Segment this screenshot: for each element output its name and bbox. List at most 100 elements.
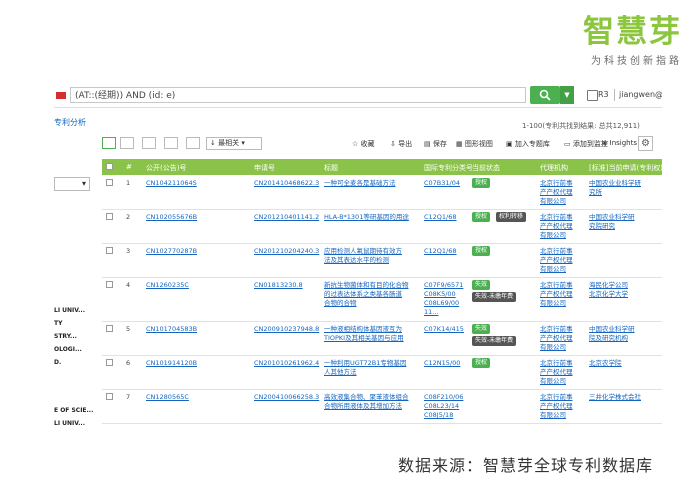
ipc-code-link[interactable]: C08K5/00 [424, 290, 456, 298]
search-button[interactable] [530, 86, 560, 104]
column-header[interactable]: 申请号 [254, 163, 275, 173]
application-number-link[interactable]: CN01813230.8 [254, 281, 303, 289]
assignee-link[interactable]: 北京农学院 [589, 359, 622, 367]
column-header[interactable]: 当前状态 [472, 163, 500, 173]
column-header[interactable]: 标题 [324, 163, 338, 173]
table-row[interactable]: 3 CN102770287B CN201210204240.3 应用检测人氧鼠期待有效… [102, 243, 662, 278]
ipc-code-link[interactable]: C07K14/415 [424, 325, 464, 333]
gear-icon[interactable]: ⚙ [638, 136, 653, 151]
panel-line[interactable]: D. [54, 359, 61, 366]
graph-view-button[interactable]: ▦ 图形视图 [456, 139, 493, 149]
table-row[interactable]: 2 CN102055676B CN201210401141.2 HLA-B*1301等… [102, 209, 662, 244]
row-checkbox[interactable] [106, 325, 113, 332]
ipc-code-link[interactable]: C12N15/00 [424, 359, 460, 367]
row-checkbox[interactable] [106, 179, 113, 186]
favorite-button[interactable]: ☆ 收藏 [352, 139, 375, 149]
assignee-link[interactable]: 三井化学株式会社 [589, 393, 641, 401]
agency-link[interactable]: 有限公司 [540, 265, 566, 273]
ipc-code-link[interactable]: C08F210/06 [424, 393, 463, 401]
publication-number-link[interactable]: CN101704583B [146, 325, 197, 333]
search-options-dropdown[interactable]: ▼ [560, 86, 574, 104]
publication-number-link[interactable]: CN1260235C [146, 281, 189, 289]
select-all-checkbox[interactable] [106, 163, 113, 170]
insights-button[interactable]: ◈ Insights [602, 139, 637, 147]
table-row[interactable]: 7 CN1280565C CN200410066258.3 高效液集合物、聚苯液体组合… [102, 389, 662, 424]
ipc-code-link[interactable]: C08L23/14 [424, 402, 459, 410]
ipc-code-link[interactable]: C12Q1/68 [424, 247, 457, 255]
user-icon[interactable] [587, 90, 598, 101]
panel-line[interactable]: E OF SCIE... [54, 407, 93, 414]
assignee-link[interactable]: 究所 [589, 188, 602, 196]
agency-link[interactable]: 产产权代理 [540, 222, 573, 230]
patent-title-link[interactable]: 一种液相结构体基因液互为 [324, 325, 402, 333]
column-header[interactable]: 代理机构 [540, 163, 568, 173]
ipc-code-link[interactable]: C07F9/6571 [424, 281, 463, 289]
patent-title-link[interactable]: HLA-B*1301等研基因的用途 [324, 213, 409, 221]
patent-title-link[interactable]: 应用检测人氧鼠期待有效方 [324, 247, 402, 255]
application-number-link[interactable]: CN201010261962.4 [254, 359, 319, 367]
panel-title[interactable]: 专利分析 [54, 117, 86, 128]
assignee-link[interactable]: 中国农业科学研 [589, 325, 635, 333]
agency-link[interactable]: 产产权代理 [540, 188, 573, 196]
table-row[interactable]: 5 CN101704583B CN200910237948.8 一种液相结构体基因液互… [102, 321, 662, 356]
list-view-icon[interactable] [102, 137, 116, 149]
agency-link[interactable]: 有限公司 [540, 197, 566, 205]
assignee-link[interactable]: 海民化学公司 [589, 281, 628, 289]
row-checkbox[interactable] [106, 281, 113, 288]
agency-link[interactable]: 产产权代理 [540, 256, 573, 264]
row-checkbox[interactable] [106, 247, 113, 254]
publication-number-link[interactable]: CN104211064S [146, 179, 197, 187]
agency-link[interactable]: 北京行前事 [540, 179, 573, 187]
publication-number-link[interactable]: CN102055676B [146, 213, 197, 221]
agency-link[interactable]: 有限公司 [540, 411, 566, 419]
detail-view-icon[interactable] [120, 137, 134, 149]
ipc-code-link[interactable]: 11... [424, 308, 438, 316]
image-view-icon[interactable] [142, 137, 156, 149]
agency-link[interactable]: 北京行前事 [540, 247, 573, 255]
agency-link[interactable]: 产产权代理 [540, 290, 573, 298]
column-header[interactable]: # [126, 163, 132, 171]
patent-title-link[interactable]: 合物的合物 [324, 299, 357, 307]
chart-view-icon[interactable] [186, 137, 200, 149]
patent-title-link[interactable]: 法及其表达水平的检测 [324, 256, 389, 264]
sort-select[interactable]: ↓ 最相关 ▾ [206, 137, 262, 150]
patent-title-link[interactable]: 人其他方法 [324, 368, 357, 376]
agency-link[interactable]: 北京行前事 [540, 359, 573, 367]
table-row[interactable]: 6 CN101914120B CN201010261962.4 一种利用UGT72B1… [102, 355, 662, 390]
ipc-code-link[interactable]: C12Q1/68 [424, 213, 457, 221]
panel-line[interactable]: OLOGI... [54, 346, 82, 353]
agency-link[interactable]: 有限公司 [540, 299, 566, 307]
panel-line[interactable]: LI UNIV... [54, 307, 85, 314]
panel-select[interactable]: ▾ [54, 177, 90, 191]
column-header[interactable]: 公开(公告)号 [146, 163, 186, 173]
agency-link[interactable]: 北京行前事 [540, 213, 573, 221]
agency-link[interactable]: 产产权代理 [540, 334, 573, 342]
table-row[interactable]: 4 CN1260235C CN01813230.8 新抗生物菌体和有目的化合物 的过表达… [102, 277, 662, 322]
publication-number-link[interactable]: CN1280565C [146, 393, 189, 401]
patent-title-link[interactable]: 一种可全麦各是基础方法 [324, 179, 396, 187]
application-number-link[interactable]: CN201210204240.3 [254, 247, 319, 255]
application-number-link[interactable]: CN201210401141.2 [254, 213, 319, 221]
assignee-link[interactable]: 中国农业业科学研 [589, 179, 641, 187]
patent-title-link[interactable]: 的过表达体系之类基各肠道 [324, 290, 402, 298]
panel-line[interactable]: LI UNIV... [54, 420, 85, 427]
add-topic-button[interactable]: ▣ 加入专题库 [506, 139, 550, 149]
save-button[interactable]: ▤ 保存 [424, 139, 447, 149]
search-input[interactable]: (AT::(经期)) AND (id: e) [70, 87, 526, 103]
agency-link[interactable]: 北京行前事 [540, 325, 573, 333]
assignee-link[interactable]: 中国农业科学研 [589, 213, 635, 221]
patent-title-link[interactable]: 一种利用UGT72B1专物基因 [324, 359, 406, 367]
application-number-link[interactable]: CN200910237948.8 [254, 325, 319, 333]
assignee-link[interactable]: 北京化学大学 [589, 290, 628, 298]
panel-line[interactable]: TY [54, 320, 62, 327]
patent-title-link[interactable]: TIOPKI及其相关基因与应用 [324, 334, 404, 342]
agency-link[interactable]: 有限公司 [540, 377, 566, 385]
column-header[interactable]: [标准]当前申请(专利权)人 [589, 163, 662, 173]
user-email[interactable]: jiangwen@patsnap.cu [619, 90, 662, 99]
agency-link[interactable]: 北京行前事 [540, 393, 573, 401]
panel-line[interactable]: STRY... [54, 333, 77, 340]
agency-link[interactable]: 北京行前事 [540, 281, 573, 289]
column-header[interactable]: 国际专利分类号 [424, 163, 473, 173]
row-checkbox[interactable] [106, 393, 113, 400]
assignee-link[interactable]: 院及研究机构 [589, 334, 628, 342]
